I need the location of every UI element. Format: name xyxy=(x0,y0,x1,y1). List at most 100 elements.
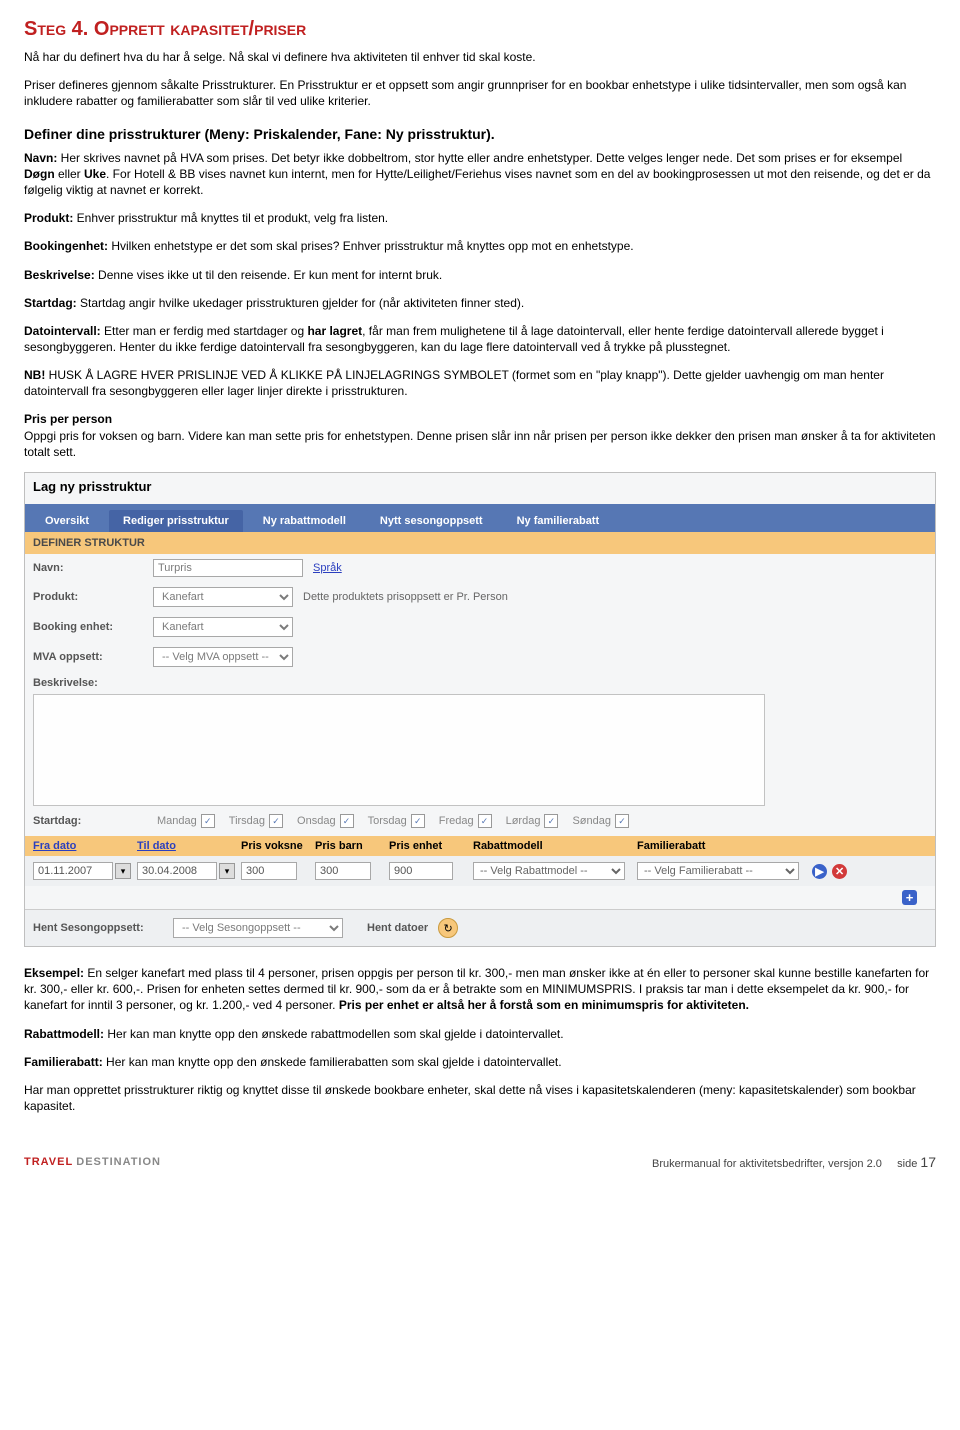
add-row-area: + xyxy=(25,886,935,909)
section-title-definer: Definer dine prisstrukturer (Meny: Prisk… xyxy=(24,126,936,142)
text-bookingenhet: Hvilken enhetstype er det som skal prise… xyxy=(108,239,634,253)
calendar-icon[interactable]: ▾ xyxy=(219,863,235,879)
checkbox-icon[interactable]: ✓ xyxy=(544,814,558,828)
checkbox-icon[interactable]: ✓ xyxy=(478,814,492,828)
label-startdag: Startdag: xyxy=(24,296,77,310)
text-familierabatt: Her kan man knytte opp den ønskede famil… xyxy=(103,1055,562,1069)
ppp-title: Pris per person xyxy=(24,412,936,426)
booking-enhet-select[interactable]: Kanefart xyxy=(153,617,293,637)
brand-destination: DESTINATION xyxy=(76,1156,161,1168)
footer-page-number: 17 xyxy=(920,1154,936,1170)
checkbox-icon[interactable]: ✓ xyxy=(201,814,215,828)
price-grid-row: ▾ ▾ -- Velg Rabattmodel -- -- Velg Famil… xyxy=(25,856,935,886)
tab-rediger-prisstruktur[interactable]: Rediger prisstruktur xyxy=(109,510,243,532)
tab-ny-rabattmodell[interactable]: Ny rabattmodell xyxy=(249,510,360,532)
brand-travel: TRAVEL xyxy=(24,1156,73,1168)
day-label: Lørdag xyxy=(506,815,541,827)
add-row-button[interactable]: + xyxy=(902,890,917,905)
tabbar: Oversikt Rediger prisstruktur Ny rabattm… xyxy=(25,507,935,532)
app-title: Lag ny prisstruktur xyxy=(25,473,935,504)
intro-1: Nå har du definert hva du har å selge. N… xyxy=(24,49,936,65)
hent-datoer-label: Hent datoer xyxy=(367,922,428,934)
price-grid-header: Fra dato Til dato Pris voksne Pris barn … xyxy=(25,836,935,856)
text-navn-b1: Døgn xyxy=(24,167,55,181)
col-til-dato[interactable]: Til dato xyxy=(137,840,237,852)
day-label: Onsdag xyxy=(297,815,336,827)
tab-nytt-sesongoppsett[interactable]: Nytt sesongoppsett xyxy=(366,510,497,532)
tab-ny-familierabatt[interactable]: Ny familierabatt xyxy=(503,510,614,532)
para-navn: Navn: Her skrives navnet på HVA som pris… xyxy=(24,150,936,199)
day-label: Mandag xyxy=(157,815,197,827)
familierabatt-select[interactable]: -- Velg Familierabatt -- xyxy=(637,862,799,880)
checkbox-icon[interactable]: ✓ xyxy=(269,814,283,828)
para-rabattmodell: Rabattmodell: Her kan man knytte opp den… xyxy=(24,1026,936,1042)
form-label-mva: MVA oppsett: xyxy=(33,651,143,663)
produkt-select[interactable]: Kanefart xyxy=(153,587,293,607)
day-sondag: Søndag ✓ xyxy=(572,814,629,828)
mva-select[interactable]: -- Velg MVA oppsett -- xyxy=(153,647,293,667)
pris-barn-input[interactable] xyxy=(315,862,371,880)
tab-oversikt[interactable]: Oversikt xyxy=(31,510,103,532)
col-familierabatt: Familierabatt xyxy=(637,840,807,852)
day-fredag: Fredag ✓ xyxy=(439,814,492,828)
label-familierabatt: Familierabatt: xyxy=(24,1055,103,1069)
para-familierabatt: Familierabatt: Her kan man knytte opp de… xyxy=(24,1054,936,1070)
day-tirsdag: Tirsdag✓ xyxy=(229,814,283,828)
label-bookingenhet: Bookingenhet: xyxy=(24,239,108,253)
form-label-navn: Navn: xyxy=(33,562,143,574)
calendar-icon[interactable]: ▾ xyxy=(115,863,131,879)
ppp-text: Oppgi pris for voksen og barn. Videre ka… xyxy=(24,428,936,460)
footer-right: Brukermanual for aktivitetsbedrifter, ve… xyxy=(652,1154,936,1170)
sprak-link[interactable]: Språk xyxy=(313,562,342,574)
produkt-note: Dette produktets prisoppsett er Pr. Pers… xyxy=(303,591,508,603)
footer-doc: Brukermanual for aktivitetsbedrifter, ve… xyxy=(652,1158,882,1170)
navn-input[interactable] xyxy=(153,559,303,577)
form-label-produkt: Produkt: xyxy=(33,591,143,603)
label-datointervall: Datointervall: xyxy=(24,324,101,338)
form-label-startdag: Startdag: xyxy=(33,815,143,827)
hent-datoer-button[interactable]: ↻ xyxy=(438,918,458,938)
pris-enhet-input[interactable] xyxy=(389,862,453,880)
text-rabattmodell: Her kan man knytte opp den ønskede rabat… xyxy=(104,1027,564,1041)
text-dato-b: har lagret xyxy=(307,324,362,338)
delete-row-icon[interactable]: ✕ xyxy=(832,864,847,879)
label-rabattmodell: Rabattmodell: xyxy=(24,1027,104,1041)
text-beskrivelse: Denne vises ikke ut til den reisende. Er… xyxy=(95,268,443,282)
text-startdag: Startdag angir hvilke ukedager prisstruk… xyxy=(77,296,525,310)
hent-sesong-select[interactable]: -- Velg Sesongoppsett -- xyxy=(173,918,343,938)
col-rabattmodell: Rabattmodell xyxy=(473,840,633,852)
text-navn-a: Her skrives navnet på HVA som prises. De… xyxy=(57,151,902,165)
intro-2: Priser defineres gjennom såkalte Prisstr… xyxy=(24,77,936,109)
day-lordag: Lørdag✓ xyxy=(506,814,559,828)
app-panel: Lag ny prisstruktur Oversikt Rediger pri… xyxy=(24,472,936,947)
label-beskrivelse: Beskrivelse: xyxy=(24,268,95,282)
day-label: Søndag xyxy=(572,815,611,827)
form-label-hent-sesong: Hent Sesongoppsett: xyxy=(33,922,163,934)
save-row-icon[interactable]: ▶ xyxy=(812,864,827,879)
text-navn-tail: . For Hotell & BB vises navnet kun inter… xyxy=(24,167,930,197)
fra-dato-input[interactable] xyxy=(33,862,113,880)
day-label: Fredag xyxy=(439,815,474,827)
pris-voksne-input[interactable] xyxy=(241,862,297,880)
label-eksempel: Eksempel: xyxy=(24,966,84,980)
form-label-benhet: Booking enhet: xyxy=(33,621,143,633)
checkbox-icon[interactable]: ✓ xyxy=(340,814,354,828)
text-produkt: Enhver prisstruktur må knyttes til et pr… xyxy=(73,211,388,225)
checkbox-icon[interactable]: ✓ xyxy=(615,814,629,828)
page-heading: Steg 4. Opprett kapasitet/priser xyxy=(24,18,936,41)
page-footer: TRAVEL DESTINATION Brukermanual for akti… xyxy=(24,1154,936,1170)
para-closing: Har man opprettet prisstrukturer riktig … xyxy=(24,1082,936,1114)
day-mandag: Mandag ✓ xyxy=(157,814,215,828)
til-dato-input[interactable] xyxy=(137,862,217,880)
col-pris-enhet: Pris enhet xyxy=(389,840,469,852)
text-navn-b2: Uke xyxy=(84,167,106,181)
day-onsdag: Onsdag ✓ xyxy=(297,814,354,828)
beskrivelse-textarea[interactable] xyxy=(33,694,765,806)
col-pris-barn: Pris barn xyxy=(315,840,385,852)
para-eksempel: Eksempel: En selger kanefart med plass t… xyxy=(24,965,936,1014)
form-label-beskr: Beskrivelse: xyxy=(33,677,143,689)
col-fra-dato[interactable]: Fra dato xyxy=(33,840,133,852)
checkbox-icon[interactable]: ✓ xyxy=(411,814,425,828)
rabattmodell-select[interactable]: -- Velg Rabattmodel -- xyxy=(473,862,625,880)
label-navn: Navn: xyxy=(24,151,57,165)
